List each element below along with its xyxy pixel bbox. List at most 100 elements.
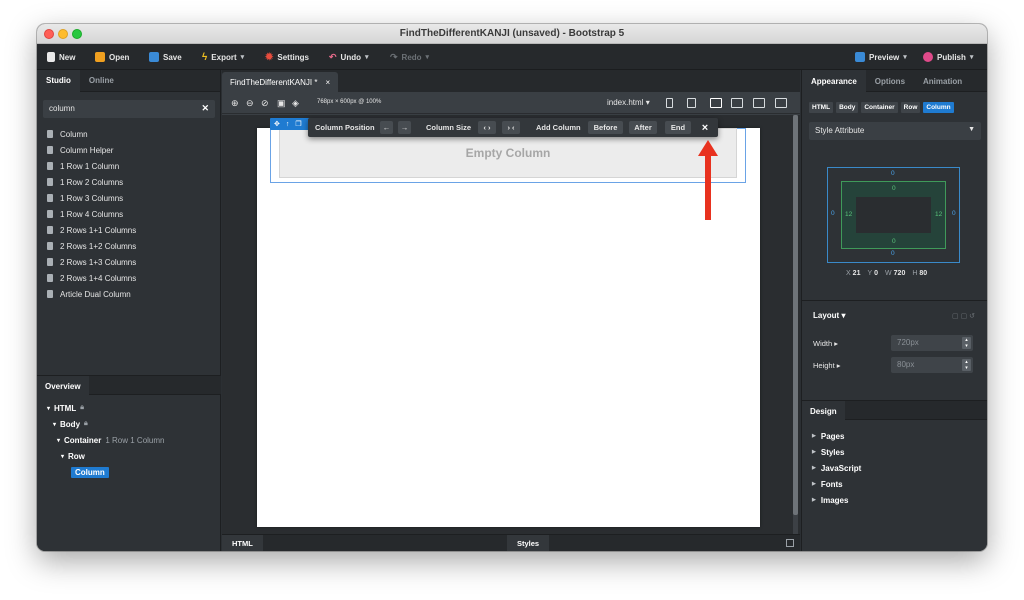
add-before-button[interactable]: Before xyxy=(588,121,623,134)
select-parent-icon[interactable]: ↑ xyxy=(286,121,290,128)
crumb-column[interactable]: Column xyxy=(923,102,954,113)
list-item[interactable]: 2 Rows 1+4 Columns xyxy=(37,270,221,286)
add-end-button[interactable]: End xyxy=(665,121,691,134)
desktop-icon[interactable] xyxy=(753,98,765,108)
crumb-body[interactable]: Body xyxy=(836,102,859,113)
save-button[interactable]: Save xyxy=(149,49,182,65)
margin-right-value[interactable]: 0 xyxy=(952,210,956,217)
copy-icon[interactable]: ❐ xyxy=(295,120,301,128)
tree-node-body[interactable]: ▾ Body 🔒︎ xyxy=(37,416,221,432)
move-icon[interactable]: ✥ xyxy=(274,120,280,128)
image-icon[interactable]: ▣ xyxy=(277,98,286,109)
list-item[interactable]: Column xyxy=(37,126,221,142)
move-left-button[interactable]: ← xyxy=(380,121,393,134)
expand-size-button[interactable]: ‹ › xyxy=(478,121,496,134)
clear-search-icon[interactable]: ✕ xyxy=(201,103,209,114)
crumb-container[interactable]: Container xyxy=(861,102,898,113)
open-button[interactable]: Open xyxy=(95,49,129,65)
new-button[interactable]: New xyxy=(47,49,75,65)
title-bar: FindTheDifferentKANJI (unsaved) - Bootst… xyxy=(37,24,987,44)
tree-node-container[interactable]: ▾ Container 1 Row 1 Column xyxy=(37,432,221,448)
design-item-fonts[interactable]: ▶ Fonts xyxy=(812,476,861,492)
no-wrap-icon[interactable]: ⊘ xyxy=(261,98,269,109)
tab-document[interactable]: FindTheDifferentKANJI * × xyxy=(222,72,339,92)
page-select[interactable]: index.html ▾ xyxy=(607,98,650,107)
scroll-thumb[interactable] xyxy=(793,115,798,515)
list-item[interactable]: Article Dual Column xyxy=(37,286,221,302)
crumb-row[interactable]: Row xyxy=(900,102,921,113)
redo-button[interactable]: ↷ Redo ▾ xyxy=(390,49,429,65)
tree-node-row[interactable]: ▾ Row xyxy=(37,448,221,464)
layout-section-header[interactable]: Layout ▾ xyxy=(813,311,845,320)
margin-top-value[interactable]: 0 xyxy=(891,170,895,177)
list-item[interactable]: 1 Row 2 Columns xyxy=(37,174,221,190)
margin-bottom-value[interactable]: 0 xyxy=(891,250,895,257)
tab-styles[interactable]: Styles xyxy=(507,535,550,551)
width-stepper[interactable]: ▴ ▾ xyxy=(962,337,971,349)
tab-html[interactable]: HTML xyxy=(222,535,263,551)
canvas-toolbar: ⊕ ⊖ ⊘ ▣ ◈ 768px × 600px @ 100% index.htm… xyxy=(222,92,800,114)
box-model: 0 0 0 0 0 0 12 12 xyxy=(827,167,960,263)
export-button[interactable]: ϟ Export ▾ xyxy=(202,49,244,65)
tab-options[interactable]: Options xyxy=(866,70,914,92)
padding-left-value[interactable]: 12 xyxy=(845,211,852,218)
list-item[interactable]: 1 Row 1 Column xyxy=(37,158,221,174)
layout-tool-icons[interactable]: ▢ ▢ ↺ xyxy=(952,312,975,320)
list-item[interactable]: 1 Row 3 Columns xyxy=(37,190,221,206)
style-attribute-select[interactable]: Style Attribute ▼ xyxy=(809,122,981,140)
tab-design[interactable]: Design xyxy=(802,401,845,421)
canvas-scrollbar[interactable] xyxy=(793,115,798,534)
canvas-size-label[interactable]: 768px × 600px @ 100% xyxy=(317,99,381,105)
tab-overview[interactable]: Overview xyxy=(37,376,89,396)
close-tab-icon[interactable]: × xyxy=(325,78,330,87)
height-label: Height ▸ xyxy=(813,361,841,370)
publish-button[interactable]: Publish ▾ xyxy=(923,49,973,65)
padding-right-value[interactable]: 12 xyxy=(935,211,942,218)
wide-desktop-icon[interactable] xyxy=(775,98,787,108)
tab-appearance[interactable]: Appearance xyxy=(802,70,866,92)
design-item-styles[interactable]: ▶ Styles xyxy=(812,444,861,460)
tab-studio[interactable]: Studio xyxy=(37,69,80,92)
list-item[interactable]: 2 Rows 1+1 Columns xyxy=(37,222,221,238)
tablet-icon[interactable] xyxy=(687,98,696,108)
zoom-out-icon[interactable]: ⊖ xyxy=(246,98,254,109)
expand-panel-icon[interactable] xyxy=(786,539,794,547)
design-item-javascript[interactable]: ▶ JavaScript xyxy=(812,460,861,476)
tab-animation[interactable]: Animation xyxy=(914,70,971,92)
tree-node-html[interactable]: ▾ HTML 🔒︎ xyxy=(37,400,221,416)
design-item-pages[interactable]: ▶ Pages xyxy=(812,428,861,444)
breadcrumb: HTML Body Container Row Column xyxy=(809,102,954,113)
margin-left-value[interactable]: 0 xyxy=(831,210,835,217)
list-item[interactable]: 2 Rows 1+2 Columns xyxy=(37,238,221,254)
undo-button[interactable]: ↶ Undo ▾ xyxy=(329,49,369,65)
list-item[interactable]: 1 Row 4 Columns xyxy=(37,206,221,222)
design-item-images[interactable]: ▶ Images xyxy=(812,492,861,508)
padding-bottom-value[interactable]: 0 xyxy=(892,238,896,245)
layers-icon[interactable]: ◈ xyxy=(292,98,299,109)
settings-button[interactable]: ✹ Settings xyxy=(265,49,309,65)
move-right-button[interactable]: → xyxy=(398,121,411,134)
chevron-down-icon: ▾ xyxy=(240,54,245,61)
component-icon xyxy=(47,178,53,186)
add-after-button[interactable]: After xyxy=(629,121,657,134)
phone-icon[interactable] xyxy=(666,98,673,108)
height-stepper[interactable]: ▴ ▾ xyxy=(962,359,971,371)
list-item[interactable]: Column Helper xyxy=(37,142,221,158)
list-item[interactable]: 2 Rows 1+3 Columns xyxy=(37,254,221,270)
padding-top-value[interactable]: 0 xyxy=(892,185,896,192)
crumb-html[interactable]: HTML xyxy=(809,102,834,113)
component-icon xyxy=(47,258,53,266)
tab-online[interactable]: Online xyxy=(80,70,123,92)
tree-node-column[interactable]: Column xyxy=(37,464,221,480)
preview-button[interactable]: Preview ▾ xyxy=(855,49,907,65)
page-canvas[interactable]: Empty Column xyxy=(257,128,760,527)
component-search-input[interactable]: column ✕ xyxy=(43,100,215,118)
height-input[interactable]: 80px ▴ ▾ xyxy=(891,357,973,373)
zoom-in-icon[interactable]: ⊕ xyxy=(231,98,239,109)
save-icon xyxy=(149,52,159,62)
close-options-button[interactable]: × xyxy=(697,120,713,135)
tablet-landscape-icon[interactable] xyxy=(710,98,722,108)
width-input[interactable]: 720px ▴ ▾ xyxy=(891,335,973,351)
laptop-icon[interactable] xyxy=(731,98,743,108)
shrink-size-button[interactable]: › ‹ xyxy=(502,121,520,134)
